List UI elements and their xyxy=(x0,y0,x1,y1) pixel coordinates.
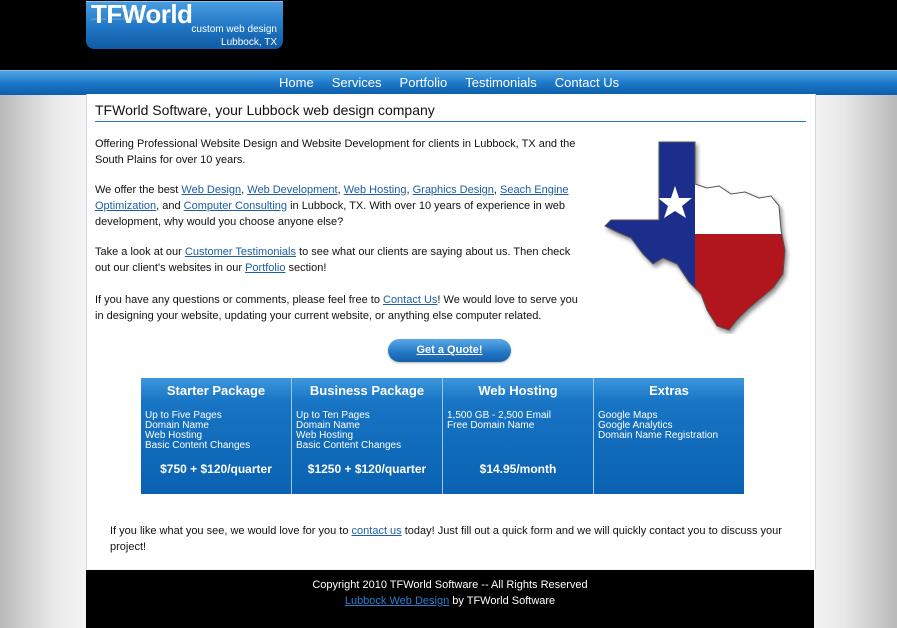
package-price: $750 + $120/quarter xyxy=(160,462,272,476)
link-web-hosting[interactable]: Web Hosting xyxy=(344,184,407,196)
logo-tagline-2: Lubbock, TX xyxy=(221,37,277,48)
footer: Copyright 2010 TFWorld Software -- All R… xyxy=(86,570,814,628)
package-name: Starter Package xyxy=(166,383,266,398)
logo-tagline-1: custom web design xyxy=(191,24,277,35)
nav-testimonials[interactable]: Testimonials xyxy=(456,71,546,95)
package-features: Up to Ten Pages Domain Name Web Hosting … xyxy=(296,411,401,451)
testimonials-paragraph: Take a look at our Customer Testimonials… xyxy=(95,244,585,276)
package-business: Business Package Up to Ten Pages Domain … xyxy=(292,378,443,494)
nav-portfolio[interactable]: Portfolio xyxy=(391,71,457,95)
pricing-packages: Starter Package Up to Five Pages Domain … xyxy=(141,378,745,494)
package-extras: Extras Google Maps Google Analytics Doma… xyxy=(594,378,744,494)
main-nav: Home Services Portfolio Testimonials Con… xyxy=(270,71,628,95)
separator-and: , and xyxy=(156,200,184,212)
link-customer-testimonials[interactable]: Customer Testimonials xyxy=(185,246,296,258)
contact-paragraph: If you have any questions or comments, p… xyxy=(95,292,585,324)
link-contact-us[interactable]: Contact Us xyxy=(383,294,437,306)
package-starter: Starter Package Up to Five Pages Domain … xyxy=(141,378,292,494)
footer-link-lubbock-web-design[interactable]: Lubbock Web Design xyxy=(345,595,449,607)
package-features: 1,500 GB - 2,500 Email Free Domain Name xyxy=(447,411,551,431)
package-name: Extras xyxy=(649,383,689,398)
package-feature: Free Domain Name xyxy=(447,420,535,431)
footer-credit: Lubbock Web Design by TFWorld Software xyxy=(86,593,814,609)
nav-contact-us[interactable]: Contact Us xyxy=(546,71,628,95)
package-web-hosting: Web Hosting 1,500 GB - 2,500 Email Free … xyxy=(443,378,594,494)
site-logo[interactable]: TFWorld TFWorld custom web design Lubboc… xyxy=(86,1,283,49)
link-portfolio[interactable]: Portfolio xyxy=(245,262,285,274)
package-price: $1250 + $120/quarter xyxy=(307,462,427,476)
testimonials-text-a: Take a look at our xyxy=(95,246,185,258)
contact-text-a: If you have any questions or comments, p… xyxy=(95,294,383,306)
link-web-development[interactable]: Web Development xyxy=(247,184,337,196)
package-feature: Domain Name Registration xyxy=(598,430,719,441)
services-text-a: We offer the best xyxy=(95,184,182,196)
services-paragraph: We offer the best Web Design, Web Develo… xyxy=(95,182,585,230)
link-contact-us-closing[interactable]: contact us xyxy=(352,525,402,537)
closing-text-a: If you like what you see, we would love … xyxy=(110,525,352,537)
package-price: $14.95/month xyxy=(479,462,557,476)
logo-reflection: TFWorld xyxy=(91,6,193,24)
package-name: Web Hosting xyxy=(478,383,558,398)
texas-flag-map-image xyxy=(604,141,786,331)
header-bar: TFWorld TFWorld custom web design Lubboc… xyxy=(0,0,897,70)
logo-tagline: custom web design Lubbock, TX xyxy=(191,23,277,49)
main-content: TFWorld Software, your Lubbock web desig… xyxy=(86,94,816,569)
link-web-design[interactable]: Web Design xyxy=(181,184,241,196)
closing-paragraph: If you like what you see, we would love … xyxy=(110,523,800,555)
package-feature: Basic Content Changes xyxy=(296,440,402,451)
footer-copyright: Copyright 2010 TFWorld Software -- All R… xyxy=(312,579,588,591)
link-graphics-design[interactable]: Graphics Design xyxy=(413,184,494,196)
page-title: TFWorld Software, your Lubbock web desig… xyxy=(95,102,806,122)
package-name: Business Package xyxy=(309,383,425,398)
get-a-quote-button[interactable]: Get a Quote! xyxy=(388,339,511,362)
package-features: Up to Five Pages Domain Name Web Hosting… xyxy=(145,411,250,451)
nav-home[interactable]: Home xyxy=(270,71,323,95)
nav-services[interactable]: Services xyxy=(323,71,391,95)
package-features: Google Maps Google Analytics Domain Name… xyxy=(598,411,718,441)
nav-bar: Home Services Portfolio Testimonials Con… xyxy=(0,70,897,95)
intro-paragraph: Offering Professional Website Design and… xyxy=(95,138,576,166)
package-feature: Basic Content Changes xyxy=(145,440,251,451)
testimonials-text-c: section! xyxy=(285,262,327,274)
link-computer-consulting[interactable]: Computer Consulting xyxy=(184,200,287,212)
footer-by-text: by TFWorld Software xyxy=(449,595,556,607)
